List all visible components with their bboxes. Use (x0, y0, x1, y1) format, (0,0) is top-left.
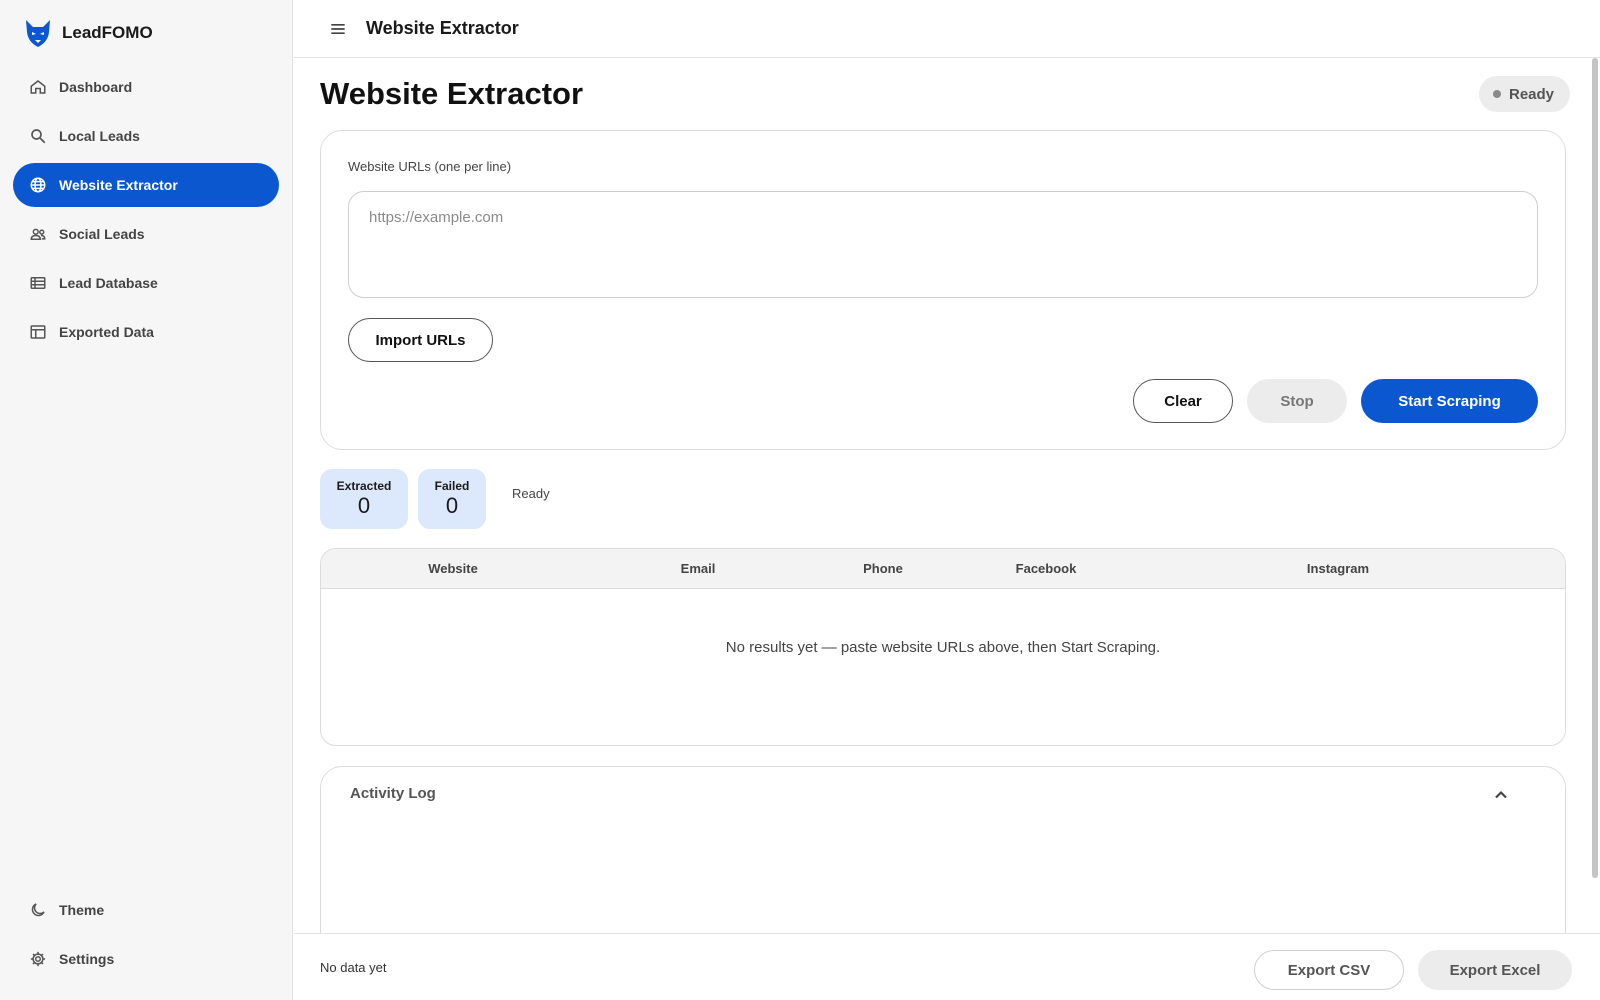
gear-icon (30, 951, 46, 967)
search-icon (31, 129, 46, 144)
failed-stat: Failed 0 (418, 469, 486, 529)
people-icon (30, 228, 46, 240)
failed-count: 0 (445, 493, 459, 518)
activity-log-title: Activity Log (350, 785, 436, 802)
scrollbar-thumb[interactable] (1592, 58, 1598, 878)
vertical-scrollbar[interactable] (1590, 58, 1598, 933)
sidebar-item-local-leads[interactable]: Local Leads (13, 114, 279, 158)
chevron-up-icon[interactable] (1489, 783, 1513, 807)
extracted-label: Extracted (336, 479, 392, 493)
sidebar-item-theme[interactable]: Theme (13, 888, 279, 932)
column-header-facebook[interactable]: Facebook (1016, 561, 1077, 576)
sidebar-nav: Dashboard Local Leads Website Extractor … (13, 65, 279, 359)
status-badge: Ready (1479, 76, 1571, 112)
sidebar-bottom: Theme Settings (13, 888, 279, 986)
progress-status-text: Ready (512, 486, 550, 501)
sidebar-item-label: Settings (59, 951, 115, 967)
url-field-label: Website URLs (one per line) (348, 159, 512, 174)
home-icon (30, 80, 46, 94)
fox-logo-icon (26, 20, 50, 47)
extracted-count: 0 (357, 493, 371, 518)
sidebar-item-label: Exported Data (59, 324, 154, 340)
column-header-phone[interactable]: Phone (863, 561, 903, 576)
sidebar-item-label: Dashboard (59, 79, 133, 95)
page-title: Website Extractor (320, 76, 584, 111)
sidebar-item-dashboard[interactable]: Dashboard (13, 65, 279, 109)
column-header-website[interactable]: Website (428, 561, 478, 576)
sidebar-item-label: Lead Database (59, 275, 158, 291)
sidebar-item-settings[interactable]: Settings (13, 937, 279, 981)
sidebar-item-website-extractor[interactable]: Website Extractor (13, 163, 279, 207)
sidebar-item-exported-data[interactable]: Exported Data (13, 310, 279, 354)
import-urls-button[interactable]: Import URLs (348, 318, 493, 362)
table-icon (30, 325, 46, 339)
sidebar-item-label: Theme (59, 902, 105, 918)
url-textarea[interactable] (348, 191, 1538, 298)
globe-icon (30, 177, 46, 193)
activity-log-panel: Activity Log (320, 766, 1566, 933)
sidebar-item-label: Social Leads (59, 226, 145, 242)
start-scraping-button[interactable]: Start Scraping (1361, 379, 1538, 423)
status-text: Ready (1509, 85, 1555, 103)
topbar-title: Website Extractor (366, 18, 519, 38)
footer-status-text: No data yet (320, 960, 387, 975)
stop-button[interactable]: Stop (1247, 379, 1347, 423)
results-table: Website Email Phone Facebook Instagram N… (320, 548, 1566, 746)
footer-bar: No data yet Export CSV Export Excel (294, 933, 1600, 1000)
sidebar-item-lead-database[interactable]: Lead Database (13, 261, 279, 305)
column-header-email[interactable]: Email (681, 561, 716, 576)
export-csv-button[interactable]: Export CSV (1254, 950, 1404, 990)
top-bar: Website Extractor (294, 0, 1600, 58)
main-content: Website Extractor Ready Website URLs (on… (294, 58, 1600, 933)
sidebar-item-social-leads[interactable]: Social Leads (13, 212, 279, 256)
brand: LeadFOMO (24, 18, 153, 48)
sidebar: LeadFOMO Dashboard Local Leads Website E… (0, 0, 293, 1000)
failed-label: Failed (434, 479, 470, 493)
empty-state-message: No results yet — paste website URLs abov… (725, 639, 1161, 656)
app-name: LeadFOMO (62, 23, 153, 42)
moon-icon (31, 903, 45, 917)
menu-icon[interactable] (328, 19, 348, 39)
list-icon (30, 277, 46, 289)
url-input-card: Website URLs (one per line) Import URLs … (320, 130, 1566, 450)
clear-button[interactable]: Clear (1133, 379, 1233, 423)
export-excel-button[interactable]: Export Excel (1418, 950, 1572, 990)
sidebar-item-label: Local Leads (59, 128, 140, 144)
status-dot-icon (1493, 90, 1501, 98)
column-header-instagram[interactable]: Instagram (1307, 561, 1369, 576)
table-header: Website Email Phone Facebook Instagram (321, 549, 1565, 589)
extracted-stat: Extracted 0 (320, 469, 408, 529)
sidebar-item-label: Website Extractor (59, 177, 178, 193)
